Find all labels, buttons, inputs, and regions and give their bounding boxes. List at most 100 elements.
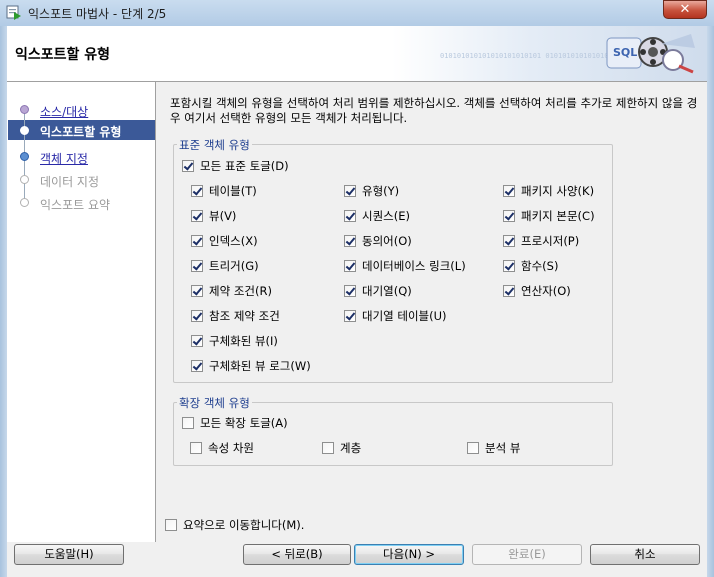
package-bodies-checkbox[interactable]: 패키지 본문(C) [503, 208, 595, 224]
step-specify-objects[interactable]: 객체 지정 [40, 150, 88, 167]
window-frame-right [707, 26, 714, 577]
tables-checkbox[interactable]: 테이블(T) [191, 183, 257, 199]
checkbox-checked-icon [503, 260, 515, 272]
checkbox-unchecked-icon [165, 519, 177, 531]
checkbox-unchecked-icon [190, 442, 202, 454]
database-export-logo-icon: SQL [606, 34, 695, 74]
synonyms-checkbox[interactable]: 동의어(O) [344, 233, 412, 249]
checkbox-checked-icon [503, 285, 515, 297]
checkbox-label: 트리거(G) [209, 259, 259, 273]
header-binary-decoration: 010101010101010101010101 010101010101010… [440, 52, 613, 60]
checkbox-label: 테이블(T) [209, 184, 257, 198]
svg-text:SQL: SQL [613, 46, 637, 59]
checkbox-checked-icon [344, 235, 356, 247]
checkbox-label: 대기열(Q) [362, 284, 412, 298]
checkbox-unchecked-icon [322, 442, 334, 454]
checkbox-label: 뷰(V) [209, 209, 237, 223]
toggle-all-standard-checkbox[interactable]: 모든 표준 토글(D) [182, 158, 289, 174]
checkbox-label: 연산자(O) [521, 284, 571, 298]
checkbox-checked-icon [191, 360, 203, 372]
views-checkbox[interactable]: 뷰(V) [191, 208, 236, 224]
checkbox-label: 계층 [340, 441, 362, 455]
toggle-all-extended-checkbox[interactable]: 모든 확장 토글(A) [182, 415, 288, 431]
checkbox-checked-icon [191, 260, 203, 272]
page-title: 익스포트할 유형 [15, 47, 111, 63]
operators-checkbox[interactable]: 연산자(O) [503, 283, 571, 299]
checkbox-label: 구체화된 뷰 로그(W) [209, 359, 311, 373]
checkbox-unchecked-icon [467, 442, 479, 454]
checkbox-checked-icon [344, 260, 356, 272]
checkbox-label: 프로시저(P) [521, 234, 580, 248]
checkbox-checked-icon [503, 235, 515, 247]
extended-group-legend: 확장 객체 유형 [177, 395, 252, 411]
checkbox-label: 모든 확장 토글(A) [200, 416, 288, 430]
checkbox-label: 유형(Y) [362, 184, 400, 198]
indexes-checkbox[interactable]: 인덱스(X) [191, 233, 258, 249]
checkbox-checked-icon [191, 235, 203, 247]
attribute-dimensions-checkbox[interactable]: 속성 차원 [190, 440, 254, 456]
materialized-view-logs-checkbox[interactable]: 구체화된 뷰 로그(W) [191, 358, 311, 374]
queues-checkbox[interactable]: 대기열(Q) [344, 283, 412, 299]
checkbox-label: 속성 차원 [208, 441, 254, 455]
skip-to-summary-checkbox[interactable]: 요약으로 이동합니다(M). [165, 517, 304, 533]
step-next-icon [20, 152, 29, 161]
checkbox-checked-icon [503, 210, 515, 222]
checkbox-checked-icon [191, 285, 203, 297]
checkbox-checked-icon [344, 310, 356, 322]
ref-constraints-checkbox[interactable]: 참조 제약 조건 [191, 308, 280, 324]
checkbox-label: 모든 표준 토글(D) [200, 159, 289, 173]
materialized-views-checkbox[interactable]: 구체화된 뷰(I) [191, 333, 278, 349]
constraints-checkbox[interactable]: 제약 조건(R) [191, 283, 272, 299]
checkbox-checked-icon [191, 210, 203, 222]
step-pending-icon [20, 198, 29, 207]
checkbox-label: 시퀀스(E) [362, 209, 410, 223]
checkbox-label: 참조 제약 조건 [209, 309, 280, 323]
analytic-views-checkbox[interactable]: 분석 뷰 [467, 440, 520, 456]
checkbox-checked-icon [344, 285, 356, 297]
checkbox-label: 구체화된 뷰(I) [209, 334, 278, 348]
triggers-checkbox[interactable]: 트리거(G) [191, 258, 259, 274]
step-done-icon [20, 105, 29, 114]
checkbox-label: 분석 뷰 [485, 441, 521, 455]
checkbox-label: 데이터베이스 링크(L) [362, 259, 466, 273]
hierarchies-checkbox[interactable]: 계층 [322, 440, 361, 456]
procedures-checkbox[interactable]: 프로시저(P) [503, 233, 579, 249]
back-button[interactable]: < 뒤로(B) [243, 544, 351, 565]
close-icon: ✕ [679, 2, 691, 17]
step-export-types: 익스포트할 유형 [40, 125, 122, 139]
checkbox-label: 동의어(O) [362, 234, 412, 248]
checkbox-label: 요약으로 이동합니다(M). [183, 518, 305, 532]
checkbox-checked-icon [344, 185, 356, 197]
checkbox-checked-icon [191, 185, 203, 197]
checkbox-label: 함수(S) [521, 259, 559, 273]
finish-button: 완료(E) [472, 544, 582, 565]
step-source-target[interactable]: 소스/대상 [40, 103, 88, 120]
checkbox-label: 인덱스(X) [209, 234, 258, 248]
checkbox-checked-icon [191, 310, 203, 322]
step-pending-icon [20, 175, 29, 184]
checkbox-label: 제약 조건(R) [209, 284, 272, 298]
standard-group-legend: 표준 객체 유형 [177, 137, 252, 153]
checkbox-unchecked-icon [182, 417, 194, 429]
app-icon [6, 5, 21, 20]
help-button[interactable]: 도움말(H) [14, 544, 124, 565]
types-checkbox[interactable]: 유형(Y) [344, 183, 399, 199]
functions-checkbox[interactable]: 함수(S) [503, 258, 558, 274]
checkbox-label: 패키지 본문(C) [521, 209, 595, 223]
db-links-checkbox[interactable]: 데이터베이스 링크(L) [344, 258, 466, 274]
next-button[interactable]: 다음(N) > [354, 544, 464, 565]
checkbox-checked-icon [191, 335, 203, 347]
checkbox-label: 패키지 사양(K) [521, 184, 595, 198]
step-specify-data: 데이터 지정 [40, 175, 100, 189]
window-title: 익스포트 마법사 - 단계 2/5 [28, 7, 167, 21]
step-export-summary: 익스포트 요약 [40, 198, 111, 212]
sequences-checkbox[interactable]: 시퀀스(E) [344, 208, 410, 224]
package-specs-checkbox[interactable]: 패키지 사양(K) [503, 183, 594, 199]
checkbox-label: 대기열 테이블(U) [362, 309, 447, 323]
queue-tables-checkbox[interactable]: 대기열 테이블(U) [344, 308, 447, 324]
window-frame-left [0, 26, 7, 577]
checkbox-checked-icon [182, 160, 194, 172]
close-button[interactable]: ✕ [663, 0, 707, 19]
cancel-button[interactable]: 취소 [590, 544, 700, 565]
step-current-icon [20, 126, 29, 135]
